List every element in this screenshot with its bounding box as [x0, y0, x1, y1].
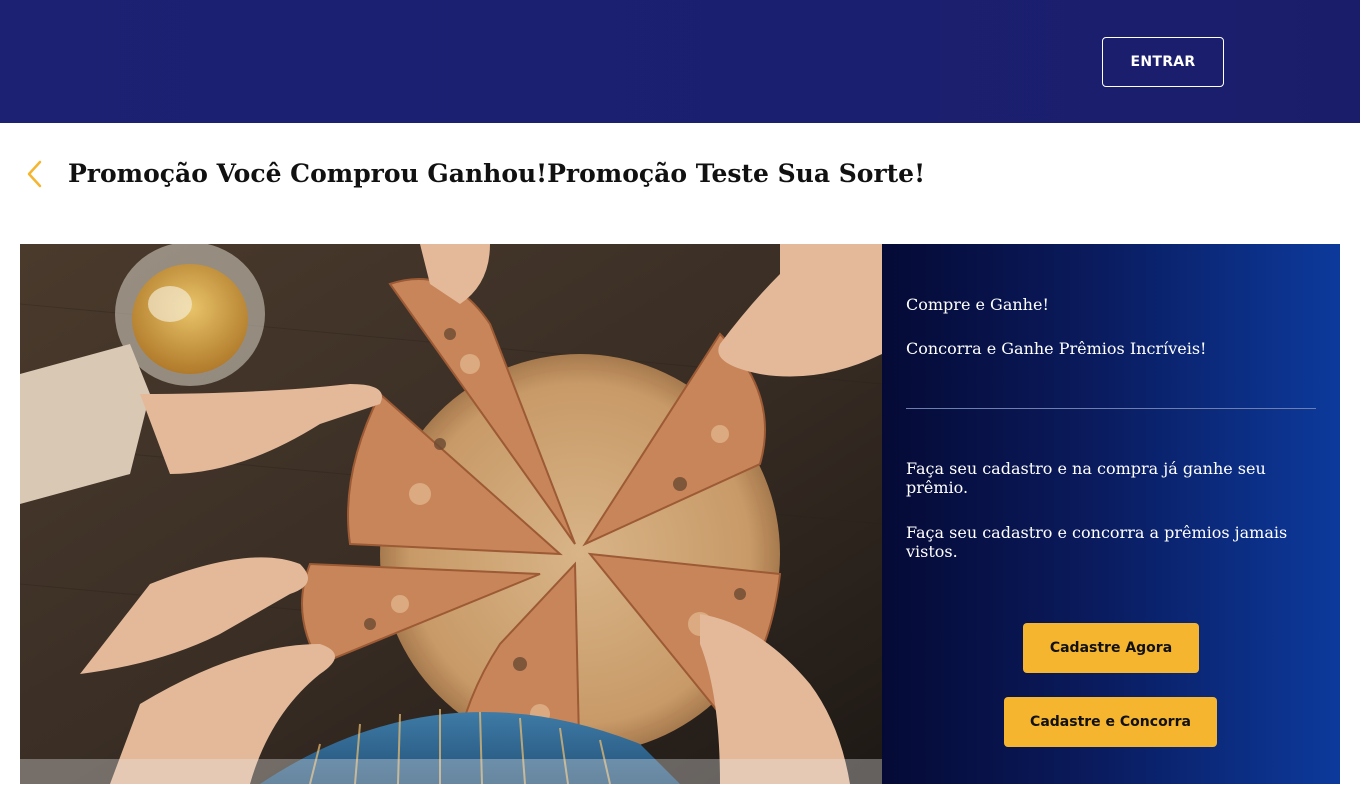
login-button[interactable]: ENTRAR — [1102, 37, 1224, 87]
promo-panel: Compre e Ganhe! Concorra e Ganhe Prêmios… — [882, 244, 1340, 784]
promo-headline: Compre e Ganhe! — [906, 295, 1049, 314]
promo-subheadline: Concorra e Ganhe Prêmios Incríveis! — [906, 339, 1207, 358]
register-compete-button[interactable]: Cadastre e Concorra — [1004, 697, 1217, 747]
page-title: Promoção Você Comprou Ganhou!Promoção Te… — [68, 159, 926, 188]
promo-description-1: Faça seu cadastro e na compra já ganhe s… — [906, 459, 1266, 497]
register-now-button[interactable]: Cadastre Agora — [1023, 623, 1199, 673]
promo-description-2: Faça seu cadastro e concorra a prêmios j… — [906, 523, 1288, 561]
chevron-left-icon[interactable] — [22, 158, 48, 190]
top-navbar: ENTRAR — [0, 0, 1360, 123]
promo-hero: Compre e Ganhe! Concorra e Ganhe Prêmios… — [20, 244, 1340, 784]
panel-divider — [906, 408, 1316, 409]
pizza-image — [20, 244, 882, 784]
